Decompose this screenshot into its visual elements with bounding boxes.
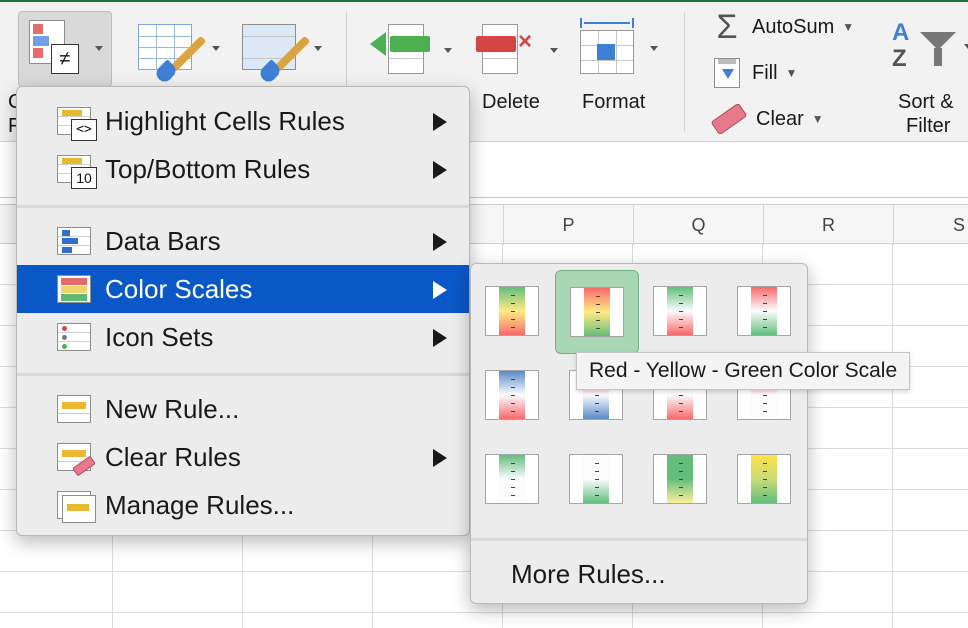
submenu-arrow-icon — [433, 233, 447, 251]
menu-item-clear-rules[interactable]: Clear Rules — [17, 433, 469, 481]
color-scale-icon — [737, 286, 791, 336]
menu-separator — [471, 538, 807, 541]
color-scale-swatch-green-white-red[interactable] — [639, 270, 723, 354]
manage-rules-icon — [57, 491, 96, 523]
menu-item-top-bottom-rules[interactable]: 10 Top/Bottom Rules — [17, 145, 469, 193]
menu-item-label: Manage Rules... — [105, 490, 295, 520]
menu-item-label: Clear Rules — [105, 442, 241, 472]
column-header-s[interactable]: S — [894, 205, 968, 245]
color-scale-swatch-green-yellow[interactable] — [639, 438, 723, 522]
chevron-down-icon: ▼ — [785, 66, 798, 80]
format-label[interactable]: Format — [582, 90, 645, 114]
conditional-formatting-menu: <> Highlight Cells Rules 10 Top/Bottom R… — [16, 86, 470, 536]
menu-item-label: Top/Bottom Rules — [105, 154, 311, 184]
clear-rules-icon — [57, 443, 96, 477]
color-scales-submenu: More Rules... — [470, 263, 808, 604]
color-scale-icon — [570, 287, 624, 337]
menu-item-highlight-cells-rules[interactable]: <> Highlight Cells Rules — [17, 97, 469, 145]
format-as-table-button[interactable] — [138, 20, 222, 85]
menu-separator — [17, 205, 469, 208]
data-bars-icon — [57, 227, 95, 257]
fill-button[interactable]: Fill ▼ — [712, 56, 797, 90]
color-scale-swatch-red-yellow-green[interactable] — [555, 270, 639, 354]
color-scale-icon — [485, 286, 539, 336]
autosum-label: AutoSum — [752, 15, 835, 38]
menu-item-manage-rules[interactable]: Manage Rules... — [17, 481, 469, 529]
cell-styles-button[interactable] — [242, 20, 326, 85]
menu-item-icon-sets[interactable]: Icon Sets — [17, 313, 469, 361]
chevron-down-icon — [444, 48, 452, 53]
color-scale-icon — [653, 454, 707, 504]
more-rules-item[interactable]: More Rules... — [511, 554, 666, 594]
chevron-down-icon — [314, 46, 322, 51]
highlight-cells-icon: <> — [57, 107, 97, 141]
fill-label: Fill — [752, 61, 778, 84]
submenu-arrow-icon — [433, 329, 447, 347]
color-scales-icon — [57, 275, 95, 305]
sort-filter-label-line2[interactable]: Filter — [906, 114, 950, 138]
menu-item-label: Icon Sets — [105, 322, 214, 352]
chevron-down-icon — [212, 46, 220, 51]
column-header-r[interactable]: R — [764, 205, 894, 245]
icon-sets-icon — [57, 323, 95, 353]
new-rule-icon — [57, 395, 95, 425]
menu-item-color-scales[interactable]: Color Scales — [17, 265, 469, 313]
fill-down-icon — [714, 58, 740, 88]
submenu-arrow-icon — [433, 161, 447, 179]
color-scale-icon — [653, 286, 707, 336]
menu-item-label: Color Scales — [105, 274, 253, 304]
color-scale-swatch-red-white-green[interactable] — [723, 270, 807, 354]
conditional-formatting-button[interactable]: ≠ — [18, 11, 112, 87]
color-scale-swatch-green-yellow-red[interactable] — [471, 270, 555, 354]
top-bottom-icon: 10 — [57, 155, 97, 189]
sort-filter-icon: A Z — [890, 20, 968, 78]
chevron-down-icon — [550, 48, 558, 53]
delete-label[interactable]: Delete — [482, 90, 540, 114]
autosum-button[interactable]: Σ AutoSum ▼ — [712, 10, 854, 44]
column-header-q[interactable]: Q — [634, 205, 764, 245]
color-scale-icon — [485, 454, 539, 504]
menu-item-label: Data Bars — [105, 226, 221, 256]
column-header-p[interactable]: P — [504, 205, 634, 245]
eraser-icon — [710, 102, 748, 136]
menu-item-new-rule[interactable]: New Rule... — [17, 385, 469, 433]
color-scale-icon — [737, 454, 791, 504]
color-scale-swatch-green-white[interactable] — [471, 438, 555, 522]
ribbon-separator — [684, 12, 685, 132]
clear-label: Clear — [756, 107, 804, 130]
insert-cells-button[interactable] — [368, 20, 458, 80]
clear-button[interactable]: Clear ▼ — [710, 102, 824, 136]
menu-separator — [17, 373, 469, 376]
chevron-down-icon — [95, 46, 103, 51]
swatch-tooltip: Red - Yellow - Green Color Scale — [576, 352, 911, 390]
chevron-down-icon: ▼ — [811, 112, 824, 126]
color-scale-icon — [569, 454, 623, 504]
submenu-arrow-icon — [433, 449, 447, 467]
menu-item-label: New Rule... — [105, 394, 240, 424]
submenu-arrow-icon — [433, 113, 447, 131]
menu-item-label: Highlight Cells Rules — [105, 106, 345, 136]
conditional-formatting-icon: ≠ — [29, 20, 81, 76]
color-scale-swatch-yellow-green[interactable] — [723, 438, 807, 522]
color-scale-icon — [485, 370, 539, 420]
sigma-icon: Σ — [716, 8, 738, 46]
sort-filter-label-line1[interactable]: Sort & — [898, 90, 954, 114]
delete-cells-button[interactable]: × — [474, 20, 562, 80]
chevron-down-icon: ▼ — [842, 20, 855, 34]
menu-item-data-bars[interactable]: Data Bars — [17, 217, 469, 265]
submenu-arrow-icon — [433, 281, 447, 299]
format-cells-button[interactable] — [578, 16, 662, 80]
color-scale-swatch-blue-white-red[interactable] — [471, 354, 555, 438]
chevron-down-icon — [650, 46, 658, 51]
color-scale-swatch-white-green[interactable] — [555, 438, 639, 522]
